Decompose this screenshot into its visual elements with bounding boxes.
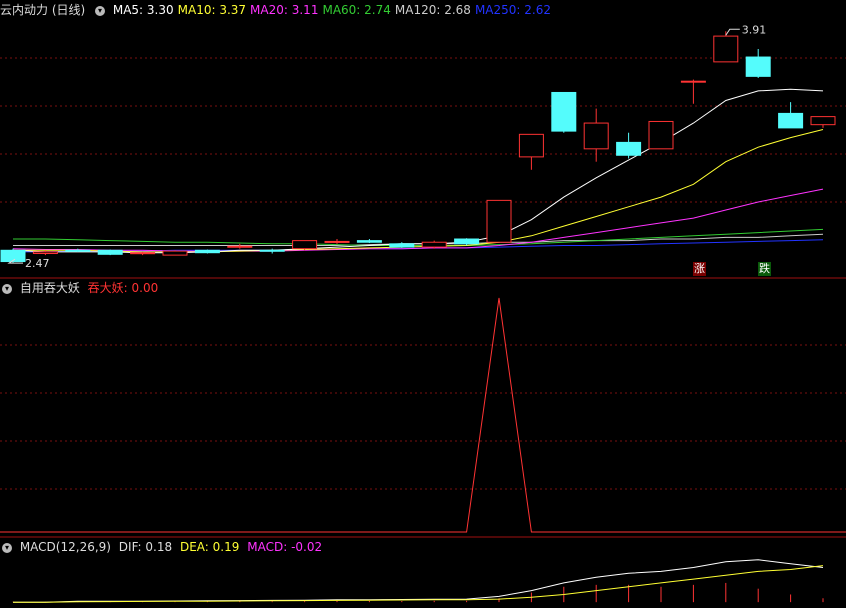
candle-body-up — [810, 116, 836, 126]
high-price-label: 3.91 — [742, 23, 767, 36]
candle-body-down — [551, 91, 577, 132]
candle-body-down — [778, 112, 804, 129]
candle-body-down — [745, 56, 771, 77]
candle-body-up — [518, 133, 544, 158]
candle-body-up — [713, 35, 739, 63]
candle-body-up — [680, 80, 706, 83]
low-price-label: 2.47 — [25, 257, 50, 270]
candle-body-down — [97, 249, 123, 255]
candle-body-up — [130, 252, 156, 255]
fall-badge: 跌 — [758, 262, 771, 276]
ma20-line — [12, 188, 824, 252]
candle-body-up — [227, 245, 253, 248]
candle-body-down — [65, 249, 91, 252]
stock-chart-canvas[interactable]: 3.91 2.47 — [0, 0, 846, 608]
candle-body-down — [616, 141, 642, 156]
candle-body-up — [32, 251, 58, 255]
high-marker — [725, 28, 740, 36]
candle-body-down — [389, 243, 415, 248]
rise-badge: 涨 — [693, 262, 706, 276]
dif-line — [13, 559, 824, 603]
candle-body-up — [292, 240, 318, 250]
candle-body-up — [162, 250, 188, 256]
signal-line — [0, 297, 846, 533]
ma10-line — [13, 129, 824, 253]
candle-body-down — [259, 249, 285, 252]
candle-body-down — [356, 240, 382, 243]
candle-body-up — [648, 120, 674, 150]
candle-body-up — [583, 122, 609, 150]
candle-body-up — [486, 199, 512, 243]
candle-body-down — [0, 249, 26, 263]
candle-body-down — [454, 238, 480, 245]
candle-body-up — [421, 241, 447, 248]
dea-line — [13, 565, 824, 603]
ma5-line — [12, 88, 824, 254]
candle-body-up — [324, 240, 350, 243]
candle-body-down — [194, 249, 220, 254]
